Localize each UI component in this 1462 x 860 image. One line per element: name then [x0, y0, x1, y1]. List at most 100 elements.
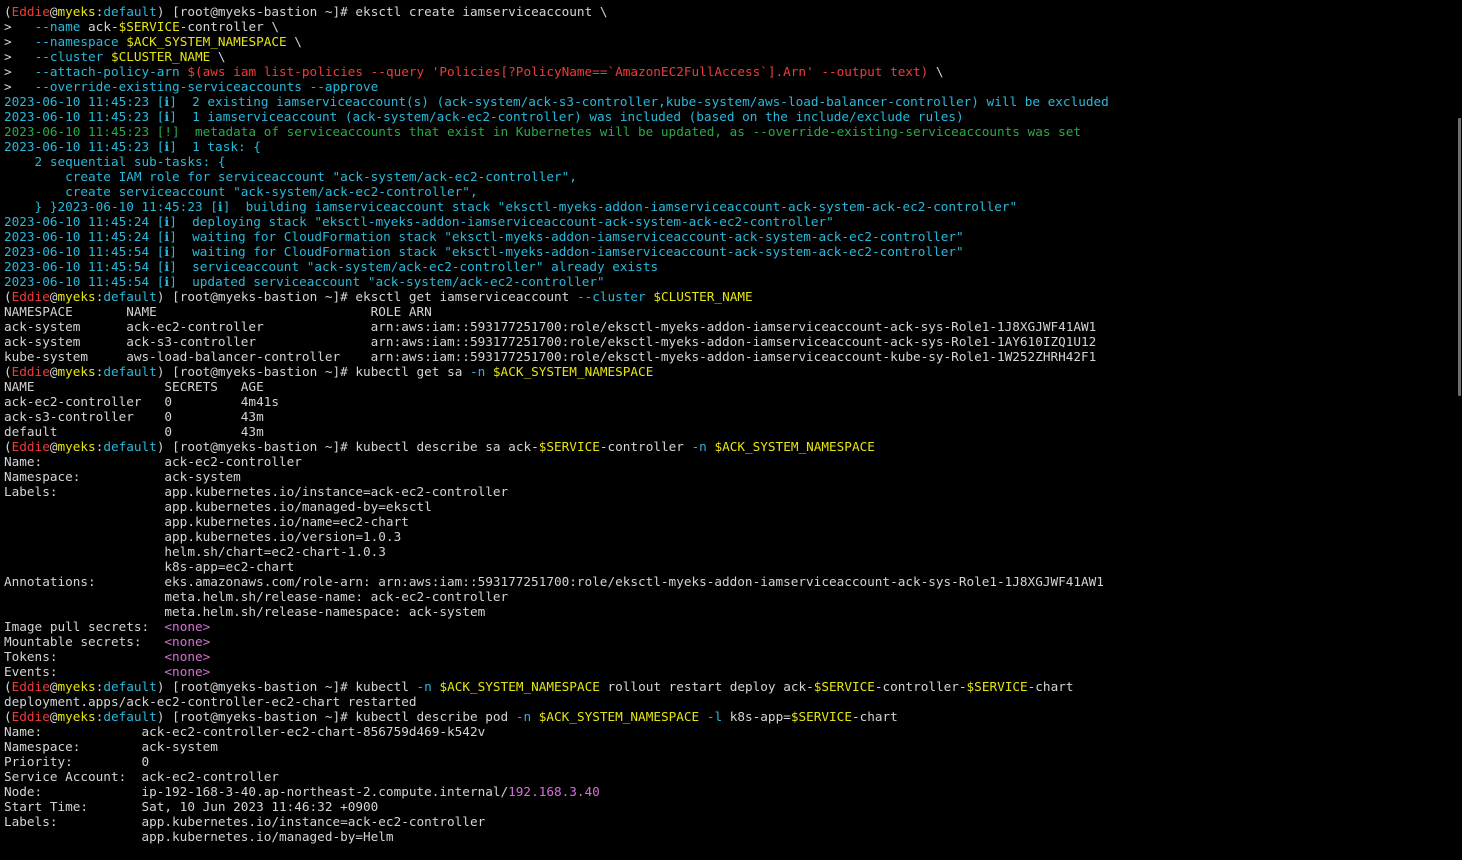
terminal-text-segment: } }2023-06-10 11:45:23 [ℹ] building iams…	[4, 199, 1018, 214]
terminal-line: Labels: app.kubernetes.io/instance=ack-e…	[4, 484, 1448, 499]
terminal-text-segment: (	[4, 289, 12, 304]
terminal-text-segment: 2023-06-10 11:45:24 [ℹ] waiting for Clou…	[4, 229, 964, 244]
terminal-text-segment: myeks	[57, 364, 96, 379]
terminal-line: Name: ack-ec2-controller	[4, 454, 1448, 469]
terminal-text-segment: -chart	[1027, 679, 1074, 694]
terminal-text-segment: -n	[691, 439, 707, 454]
terminal-text-segment: Eddie	[11, 439, 50, 454]
terminal-line: (Eddie@myeks:default) [root@myeks-bastio…	[4, 679, 1448, 694]
terminal-line: 2023-06-10 11:45:54 [ℹ] updated servicea…	[4, 274, 1448, 289]
terminal-text-segment: Node: ip-192-168-3-40.ap-northeast-2.com…	[4, 784, 509, 799]
terminal-text-segment: --cluster	[576, 289, 646, 304]
terminal-text-segment: \	[928, 64, 944, 79]
terminal-text-segment: Namespace: ack-system	[4, 469, 241, 484]
terminal-line: ack-system ack-ec2-controller arn:aws:ia…	[4, 319, 1448, 334]
terminal-text-segment: k8s-app=	[722, 709, 791, 724]
terminal-text-segment: >	[4, 19, 35, 34]
terminal-text-segment: --name	[34, 19, 81, 34]
terminal-text-segment: <none>	[164, 649, 211, 664]
terminal-text-segment: $ACK_SYSTEM_NAMESPACE	[492, 364, 654, 379]
terminal-text-segment: ack-s3-controller 0 43m	[4, 409, 264, 424]
terminal-text-segment: default	[103, 439, 157, 454]
terminal-line: Node: ip-192-168-3-40.ap-northeast-2.com…	[4, 784, 1448, 799]
terminal-text-segment: default	[103, 364, 157, 379]
terminal-line: 2023-06-10 11:45:23 [!] metadata of serv…	[4, 124, 1448, 139]
terminal-line: } }2023-06-10 11:45:23 [ℹ] building iams…	[4, 199, 1448, 214]
terminal-line: ack-ec2-controller 0 4m41s	[4, 394, 1448, 409]
terminal-text-segment: myeks	[57, 4, 96, 19]
terminal-text-segment: 2023-06-10 11:45:23 [!] metadata of serv…	[4, 124, 1082, 139]
terminal-text-segment: ) [root@myeks-bastion ~]# kubectl get sa	[156, 364, 470, 379]
terminal-text-segment: Eddie	[11, 4, 50, 19]
terminal-text-segment: 2023-06-10 11:45:54 [ℹ] waiting for Clou…	[4, 244, 964, 259]
terminal-line: (Eddie@myeks:default) [root@myeks-bastio…	[4, 439, 1448, 454]
terminal-line: > --cluster $CLUSTER_NAME \	[4, 49, 1448, 64]
terminal-text-segment: >	[4, 64, 35, 79]
terminal-text-segment: -n	[416, 679, 432, 694]
terminal-text-segment: --approve	[309, 79, 379, 94]
terminal-text-segment: kube-system aws-load-balancer-controller…	[4, 349, 1097, 364]
terminal-text-segment: Labels: app.kubernetes.io/instance=ack-e…	[4, 484, 509, 499]
terminal-scrollbar[interactable]	[1456, 0, 1462, 860]
terminal-line: 2023-06-10 11:45:23 [ℹ] 1 task: {	[4, 139, 1448, 154]
terminal-line: (Eddie@myeks:default) [root@myeks-bastio…	[4, 4, 1448, 19]
terminal-text-segment: --cluster	[34, 49, 104, 64]
terminal-text-segment: meta.helm.sh/release-name: ack-ec2-contr…	[4, 589, 509, 604]
terminal-text-segment: Priority: 0	[4, 754, 150, 769]
terminal-text-segment: helm.sh/chart=ec2-chart-1.0.3	[4, 544, 386, 559]
terminal-text-segment: Events:	[4, 664, 165, 679]
terminal-text-segment: Eddie	[11, 709, 50, 724]
terminal-text-segment: ) [root@myeks-bastion ~]# eksctl create …	[156, 4, 608, 19]
terminal-text-segment: $(aws iam list-policies --query 'Policie…	[187, 64, 929, 79]
terminal-text-segment: create serviceaccount "ack-system/ack-ec…	[4, 184, 478, 199]
terminal-line: meta.helm.sh/release-name: ack-ec2-contr…	[4, 589, 1448, 604]
terminal-text-segment: ) [root@myeks-bastion ~]# kubectl descri…	[156, 709, 516, 724]
terminal-line: Service Account: ack-ec2-controller	[4, 769, 1448, 784]
terminal-line: Priority: 0	[4, 754, 1448, 769]
terminal-text-segment: -controller \	[179, 19, 280, 34]
terminal-text-segment: ) [root@myeks-bastion ~]# kubectl	[156, 679, 417, 694]
terminal-text-segment: ) [root@myeks-bastion ~]# kubectl descri…	[156, 439, 539, 454]
terminal-text-segment: create IAM role for serviceaccount "ack-…	[4, 169, 577, 184]
terminal-line: app.kubernetes.io/name=ec2-chart	[4, 514, 1448, 529]
terminal-text-segment: (	[4, 709, 12, 724]
terminal-text-segment: deployment.apps/ack-ec2-controller-ec2-c…	[4, 694, 417, 709]
terminal-text-segment: Name: ack-ec2-controller-ec2-chart-85675…	[4, 724, 486, 739]
terminal-text-segment: (	[4, 4, 12, 19]
terminal-text-segment: $ACK_SYSTEM_NAMESPACE	[538, 709, 700, 724]
terminal-line: Image pull secrets: <none>	[4, 619, 1448, 634]
terminal-text-segment: <none>	[164, 634, 211, 649]
terminal-text-segment: myeks	[57, 289, 96, 304]
terminal-text-segment: Start Time: Sat, 10 Jun 2023 11:46:32 +0…	[4, 799, 379, 814]
terminal-text-segment: Namespace: ack-system	[4, 739, 218, 754]
terminal-text-segment: k8s-app=ec2-chart	[4, 559, 295, 574]
terminal-line: create IAM role for serviceaccount "ack-…	[4, 169, 1448, 184]
terminal-text-segment: \	[210, 49, 226, 64]
terminal-line: k8s-app=ec2-chart	[4, 559, 1448, 574]
terminal-line: ack-s3-controller 0 43m	[4, 409, 1448, 424]
terminal-text-segment: default 0 43m	[4, 424, 264, 439]
terminal-text-segment: \	[286, 34, 302, 49]
terminal-line: helm.sh/chart=ec2-chart-1.0.3	[4, 544, 1448, 559]
terminal-text-segment: Eddie	[11, 364, 50, 379]
terminal-line: Mountable secrets: <none>	[4, 634, 1448, 649]
terminal-line: deployment.apps/ack-ec2-controller-ec2-c…	[4, 694, 1448, 709]
scrollbar-thumb[interactable]	[1458, 118, 1461, 396]
terminal-text-segment: Mountable secrets:	[4, 634, 165, 649]
terminal-line: 2023-06-10 11:45:23 [ℹ] 2 existing iamse…	[4, 94, 1448, 109]
terminal-text-segment: 2023-06-10 11:45:54 [ℹ] updated servicea…	[4, 274, 605, 289]
terminal-text-segment: -n	[515, 709, 532, 724]
terminal-line: app.kubernetes.io/managed-by=eksctl	[4, 499, 1448, 514]
terminal-line: Namespace: ack-system	[4, 739, 1448, 754]
terminal-text-segment: app.kubernetes.io/managed-by=eksctl	[4, 499, 432, 514]
terminal-line: Annotations: eks.amazonaws.com/role-arn:…	[4, 574, 1448, 589]
terminal-text-segment: <none>	[164, 664, 211, 679]
terminal-output[interactable]: (Eddie@myeks:default) [root@myeks-bastio…	[4, 4, 1448, 844]
terminal-line: > --namespace $ACK_SYSTEM_NAMESPACE \	[4, 34, 1448, 49]
terminal-text-segment: (	[4, 439, 12, 454]
terminal-text-segment: myeks	[57, 439, 96, 454]
terminal-line: NAMESPACE NAME ROLE ARN	[4, 304, 1448, 319]
